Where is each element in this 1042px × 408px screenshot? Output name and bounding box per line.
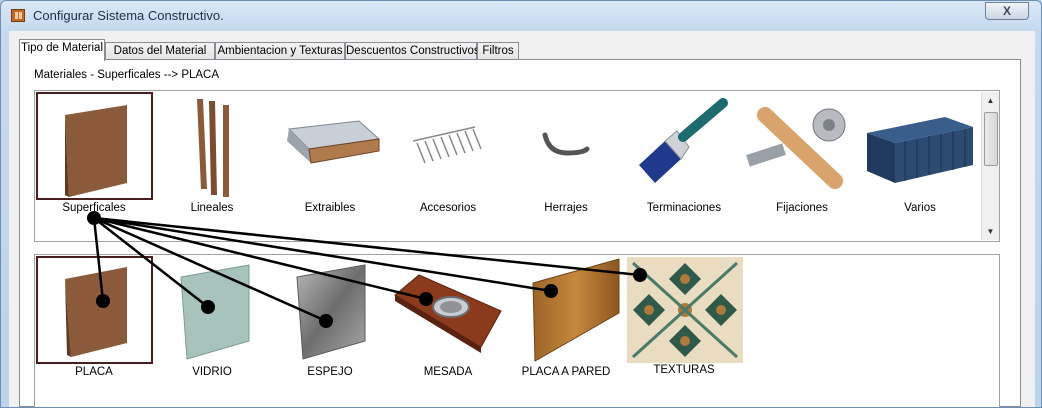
hangers-icon bbox=[412, 126, 482, 164]
countertop-icon bbox=[394, 274, 502, 353]
category-item-superficales[interactable]: Superficales bbox=[35, 91, 153, 216]
category-item-accesorios[interactable]: Accesorios bbox=[389, 91, 507, 216]
dialog-client-area: Tipo de Material Datos del Material Ambi… bbox=[9, 31, 1035, 407]
tab-ambientacion-y-texturas[interactable]: Ambientacion y Texturas bbox=[215, 42, 345, 60]
category-label: Varios bbox=[904, 202, 936, 214]
tile-texture-icon bbox=[627, 257, 743, 363]
title-bar: Configurar Sistema Constructivo. X bbox=[1, 1, 1041, 31]
paintbrush-icon bbox=[639, 98, 728, 183]
subtype-item-placa[interactable]: PLACA bbox=[35, 255, 153, 385]
tab-descuentos-constructivos[interactable]: Descuentos Constructivos bbox=[345, 42, 480, 60]
fastener-icon bbox=[746, 107, 846, 189]
subtype-item-texturas[interactable]: TEXTURAS bbox=[625, 255, 743, 385]
container-icon bbox=[867, 117, 973, 183]
category-item-varios[interactable]: Varios bbox=[861, 91, 979, 216]
category-item-herrajes[interactable]: Herrajes bbox=[507, 91, 625, 216]
subtype-item-espejo[interactable]: ESPEJO bbox=[271, 255, 389, 385]
subtype-item-vidrio[interactable]: VIDRIO bbox=[153, 255, 271, 385]
scroll-up-arrow-icon[interactable]: ▲ bbox=[982, 92, 999, 109]
category-item-fijaciones[interactable]: Fijaciones bbox=[743, 91, 861, 216]
tab-filtros[interactable]: Filtros bbox=[477, 42, 519, 60]
window-title: Configurar Sistema Constructivo. bbox=[33, 8, 224, 23]
board-icon bbox=[65, 105, 127, 197]
subtype-list: PLACA VIDRIO ESPEJO MESADA PLACA A PARED… bbox=[34, 254, 1000, 407]
drawer-icon bbox=[287, 120, 381, 164]
subtype-item-placa-a-pared[interactable]: PLACA A PARED bbox=[507, 255, 625, 385]
category-item-extraibles[interactable]: Extraibles bbox=[271, 91, 389, 216]
category-scrollbar[interactable]: ▲ ▼ bbox=[981, 92, 999, 240]
tab-datos-del-material[interactable]: Datos del Material bbox=[105, 42, 215, 60]
category-item-lineales[interactable]: Lineales bbox=[153, 91, 271, 216]
scrollbar-thumb[interactable] bbox=[984, 112, 998, 166]
tab-page-tipo-de-material: Materiales - Superficales --> PLACA Supe… bbox=[19, 59, 1021, 407]
subtype-label: TEXTURAS bbox=[653, 364, 715, 376]
board-icon bbox=[65, 267, 127, 357]
planks-icon bbox=[197, 99, 229, 197]
mirror-icon bbox=[296, 264, 366, 360]
wall-panel-icon bbox=[532, 258, 620, 362]
close-button[interactable]: X bbox=[985, 2, 1029, 20]
handle-icon bbox=[542, 132, 590, 156]
tab-tipo-de-material[interactable]: Tipo de Material bbox=[19, 39, 105, 61]
app-icon bbox=[11, 9, 25, 22]
subtype-item-mesada[interactable]: MESADA bbox=[389, 255, 507, 385]
glass-icon bbox=[180, 264, 250, 360]
category-item-terminaciones[interactable]: Terminaciones bbox=[625, 91, 743, 216]
scroll-down-arrow-icon[interactable]: ▼ bbox=[982, 223, 999, 240]
category-list: Superficales Lineales Extraibles Accesor… bbox=[34, 90, 1000, 242]
breadcrumb: Materiales - Superficales --> PLACA bbox=[34, 69, 220, 81]
dialog-window: Configurar Sistema Constructivo. X Tipo … bbox=[0, 0, 1042, 408]
